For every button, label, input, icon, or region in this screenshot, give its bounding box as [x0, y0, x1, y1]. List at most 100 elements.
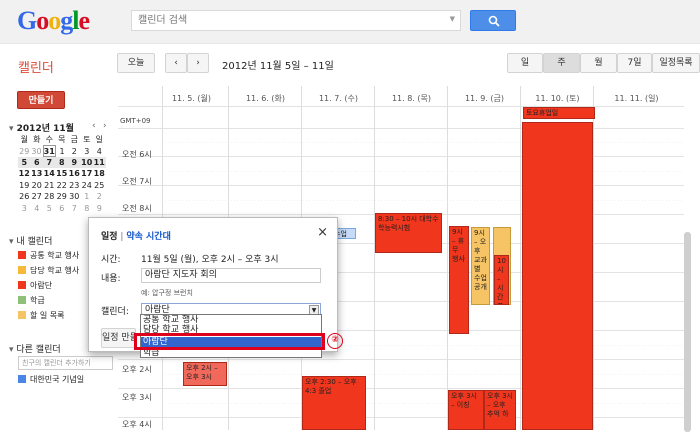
mini-day[interactable]: 27: [31, 191, 44, 202]
day-header-mon[interactable]: 11. 5. (월): [155, 93, 228, 104]
calendar-item[interactable]: 담당 학교 행사: [18, 265, 79, 277]
day-header-sat[interactable]: 11. 10. (토): [521, 93, 594, 104]
mini-day[interactable]: 4: [31, 202, 44, 213]
mini-day[interactable]: 29: [18, 146, 31, 157]
day-header-fri[interactable]: 11. 9. (금): [448, 93, 521, 104]
mini-day[interactable]: 2: [93, 191, 106, 202]
other-calendars-title: 다른 캘린더: [16, 345, 61, 355]
calendar-item[interactable]: 할 일 목록: [18, 310, 65, 322]
view-7day-button[interactable]: 7일: [617, 53, 652, 73]
mini-day[interactable]: 23: [68, 180, 81, 191]
mini-calendar-title[interactable]: ▾ 2012년 11월: [9, 121, 74, 134]
mini-day[interactable]: 17: [81, 168, 94, 179]
search-button[interactable]: [470, 10, 516, 31]
mini-next-icon[interactable]: ›: [103, 121, 107, 131]
mini-day[interactable]: 7: [43, 156, 56, 169]
mini-week-row: 26 27 28 29 30 1 2: [18, 191, 106, 202]
day-header-tue[interactable]: 11. 6. (화): [229, 93, 302, 104]
mini-prev-icon[interactable]: ‹: [92, 121, 96, 131]
create-button[interactable]: 만들기: [17, 91, 65, 109]
event-fri-c[interactable]: 10시 – 시간표 운영: [494, 255, 509, 305]
mini-day[interactable]: 16: [68, 168, 81, 179]
weekday: 화: [33, 135, 41, 145]
event-fri-a[interactable]: 9시 – 휴무 행사: [449, 226, 469, 334]
view-month-button[interactable]: 월: [580, 53, 617, 73]
mini-day[interactable]: 29: [56, 191, 69, 202]
next-week-button[interactable]: ›: [187, 53, 209, 73]
mini-day[interactable]: 30: [68, 191, 81, 202]
event-fri-pm-a[interactable]: 오후 3시 – 이칭: [448, 390, 484, 430]
event-block[interactable]: [522, 122, 593, 430]
mini-day[interactable]: 1: [56, 146, 69, 157]
mini-day[interactable]: 21: [43, 180, 56, 191]
mini-day[interactable]: 31: [42, 144, 56, 158]
mini-day[interactable]: 8: [81, 202, 94, 213]
time-label: 오후 3시: [122, 393, 152, 402]
weekday: 금: [70, 135, 78, 145]
today-button[interactable]: 오늘: [117, 53, 155, 73]
mini-day[interactable]: 6: [56, 202, 69, 213]
dropdown-caret-icon[interactable]: ▼: [450, 15, 455, 23]
google-logo[interactable]: Google: [17, 6, 90, 36]
event-mon-pm[interactable]: 오후 2시 – 오후 3시: [183, 362, 227, 386]
dropdown-option[interactable]: 학급: [141, 349, 321, 358]
create-event-button[interactable]: 일정 만들기: [101, 328, 136, 348]
view-day-button[interactable]: 일: [507, 53, 543, 73]
day-header-thu[interactable]: 11. 8. (목): [375, 93, 448, 104]
mini-day[interactable]: 9: [93, 202, 106, 213]
other-calendars-header[interactable]: ▾ 다른 캘린더: [9, 342, 61, 355]
mini-day[interactable]: 12: [18, 168, 31, 179]
mini-day[interactable]: 8: [55, 156, 68, 169]
dropdown-option[interactable]: 공통 학교 행사: [141, 316, 321, 325]
mini-day[interactable]: 2: [68, 146, 81, 157]
event-thu-morning[interactable]: 8:30 – 10시 대학수학능력시험: [375, 213, 442, 253]
mini-day[interactable]: 5: [18, 156, 31, 169]
view-schedule-button[interactable]: 일정목록: [652, 53, 700, 73]
mini-day[interactable]: 3: [81, 146, 94, 157]
mini-day[interactable]: 9: [68, 156, 81, 169]
mini-day[interactable]: 24: [81, 180, 94, 191]
calendar-item[interactable]: 아람단: [18, 280, 52, 292]
mini-day[interactable]: 25: [93, 180, 106, 191]
calendar-item[interactable]: 공통 학교 행사: [18, 250, 79, 262]
mini-day[interactable]: 6: [30, 156, 43, 169]
friend-calendar-input[interactable]: 친구의 캘린더 추가하기: [18, 356, 113, 370]
mini-day[interactable]: 5: [43, 202, 56, 213]
mini-day[interactable]: 19: [18, 180, 31, 191]
search-box[interactable]: ▼: [131, 10, 461, 31]
day-header-sun[interactable]: 11. 11. (일): [600, 93, 673, 104]
mini-day[interactable]: 10: [80, 156, 93, 169]
event-wed-pm[interactable]: 오후 2:30 – 오후 4:3 졸업: [302, 376, 366, 430]
calendar-item[interactable]: 학급: [18, 295, 45, 307]
mini-day[interactable]: 14: [43, 168, 56, 179]
mini-day[interactable]: 7: [68, 202, 81, 213]
scrollbar[interactable]: [684, 232, 691, 432]
color-swatch: [18, 266, 26, 274]
mini-day[interactable]: 15: [56, 168, 69, 179]
calendar-item[interactable]: 대한민국 기념일: [18, 374, 84, 386]
appointment-slot-link[interactable]: 약속 시간대: [126, 232, 171, 242]
search-input[interactable]: [132, 11, 432, 30]
my-calendars-header[interactable]: ▾ 내 캘린더: [9, 234, 52, 247]
event-fri-b[interactable]: 9시 – 오후 교과별 수업공개: [471, 227, 490, 305]
event-allday[interactable]: 토요휴업일: [523, 107, 595, 119]
mini-day[interactable]: 30: [31, 146, 44, 157]
mini-day[interactable]: 11: [93, 156, 106, 169]
mini-day[interactable]: 26: [18, 191, 31, 202]
mini-day[interactable]: 20: [31, 180, 44, 191]
content-input[interactable]: 아람단 지도자 회의: [141, 268, 321, 283]
weekday: 목: [58, 135, 66, 145]
mini-day[interactable]: 22: [56, 180, 69, 191]
mini-day[interactable]: 13: [31, 168, 44, 179]
prev-week-button[interactable]: ‹: [165, 53, 187, 73]
mini-day[interactable]: 4: [93, 146, 106, 157]
mini-day[interactable]: 28: [43, 191, 56, 202]
event-fri-pm-b[interactable]: 오후 3시 – 오후 추억 하: [484, 390, 516, 430]
day-header-wed[interactable]: 11. 7. (수): [302, 93, 375, 104]
mini-day[interactable]: 18: [93, 168, 106, 179]
mini-day[interactable]: 1: [81, 191, 94, 202]
view-week-button[interactable]: 주: [543, 53, 580, 73]
mini-day[interactable]: 3: [18, 202, 31, 213]
close-icon[interactable]: ×: [317, 225, 328, 240]
app-title: 캘린더: [18, 61, 54, 76]
